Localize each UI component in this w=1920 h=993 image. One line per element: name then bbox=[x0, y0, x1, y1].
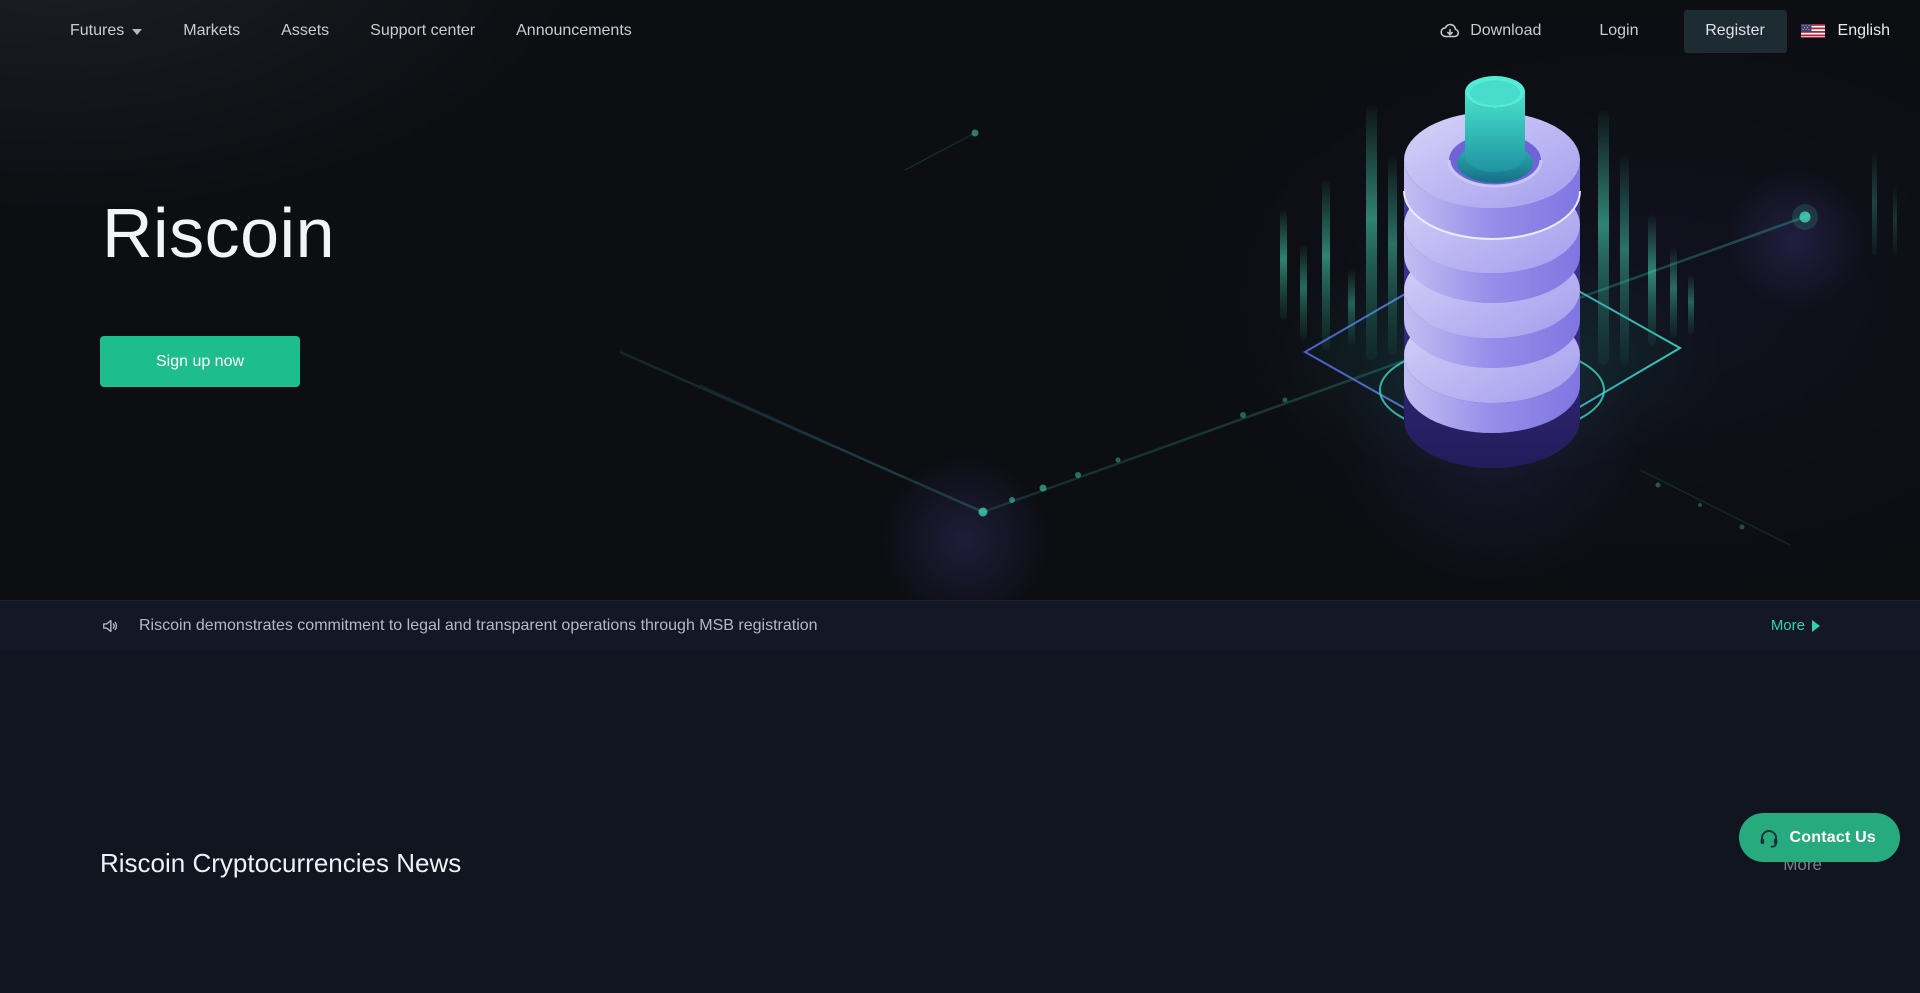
more-label: More bbox=[1771, 617, 1805, 634]
headset-icon bbox=[1757, 826, 1781, 850]
secondary-nav: Download Login Register bbox=[1439, 10, 1890, 53]
play-arrow-icon bbox=[1812, 620, 1820, 632]
nav-item-label: Futures bbox=[70, 22, 124, 40]
download-link[interactable]: Download bbox=[1439, 20, 1541, 42]
language-selector[interactable]: English bbox=[1801, 22, 1890, 40]
hero-section: Riscoin Sign up now bbox=[0, 0, 1920, 600]
coin-stack bbox=[1404, 76, 1580, 468]
nav-item-assets[interactable]: Assets bbox=[281, 22, 329, 40]
announcement-bar: Riscoin demonstrates commitment to legal… bbox=[0, 600, 1920, 650]
cloud-download-icon bbox=[1439, 20, 1461, 42]
announcement-text[interactable]: Riscoin demonstrates commitment to legal… bbox=[139, 617, 1771, 635]
nav-item-label: Markets bbox=[183, 22, 240, 40]
us-flag-icon bbox=[1801, 24, 1825, 38]
hero-title: Riscoin bbox=[102, 198, 335, 268]
landing-page: Riscoin Sign up now Futures Markets Asse… bbox=[0, 0, 1920, 993]
sign-up-button[interactable]: Sign up now bbox=[100, 336, 300, 387]
nav-item-label: Support center bbox=[370, 22, 475, 40]
download-label: Download bbox=[1470, 22, 1541, 40]
login-link[interactable]: Login bbox=[1599, 22, 1638, 40]
nav-item-futures[interactable]: Futures bbox=[70, 22, 142, 40]
nav-item-markets[interactable]: Markets bbox=[183, 22, 240, 40]
register-button[interactable]: Register bbox=[1684, 10, 1787, 53]
top-navigation: Futures Markets Assets Support center An… bbox=[0, 0, 1920, 62]
nav-item-label: Assets bbox=[281, 22, 329, 40]
news-section: Riscoin Cryptocurrencies News More bbox=[0, 650, 1920, 993]
nav-item-announcements[interactable]: Announcements bbox=[516, 22, 632, 40]
contact-us-button[interactable]: Contact Us bbox=[1739, 813, 1900, 862]
announcement-more-link[interactable]: More bbox=[1771, 617, 1820, 634]
nav-item-label: Announcements bbox=[516, 22, 632, 40]
isometric-database-illustration bbox=[1260, 60, 1920, 580]
news-section-title: Riscoin Cryptocurrencies News bbox=[100, 848, 461, 879]
nav-item-support-center[interactable]: Support center bbox=[370, 22, 475, 40]
speaker-icon bbox=[100, 616, 120, 636]
contact-us-label: Contact Us bbox=[1790, 829, 1876, 847]
chevron-down-icon bbox=[132, 29, 142, 35]
primary-nav: Futures Markets Assets Support center An… bbox=[70, 22, 632, 40]
language-label: English bbox=[1838, 22, 1890, 40]
